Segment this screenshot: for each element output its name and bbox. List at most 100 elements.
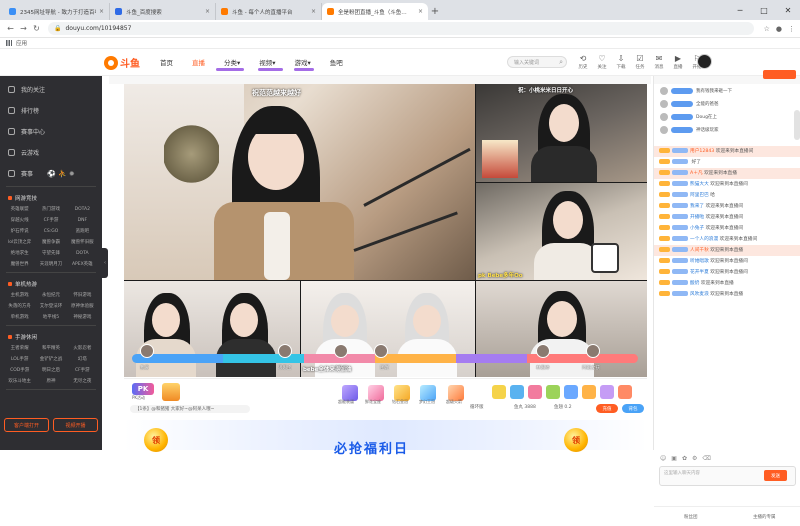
top-icon-item[interactable]: ⇩下载 [613,54,629,70]
bag-icon[interactable]: ▣ [671,455,677,463]
sidebar-item-cloud-game[interactable]: 云游戏 [0,142,102,163]
gift-icon[interactable] [546,385,560,399]
gift-icon[interactable] [492,385,506,399]
sidebar-category-link[interactable]: 魔兽世界 [4,259,35,270]
recharge-button[interactable]: 充值 [596,404,618,413]
sidebar-category-link[interactable]: 永恒纪元 [35,290,66,301]
host-exclusive-tab[interactable]: 主播的专属 [728,507,800,526]
chat-username[interactable]: 熊猫大大 [690,182,709,187]
chat-username[interactable]: A＋凡 [690,171,703,176]
pk-avatar[interactable] [334,344,348,358]
douyu-logo[interactable]: 斗鱼 [104,55,140,70]
settings-icon[interactable]: ⚙ [692,455,697,463]
chat-username[interactable]: 一个人的浪漫 [690,237,718,242]
sidebar-category-link[interactable]: DOTA [67,248,98,259]
emoji-icon[interactable]: ☺ [660,455,666,463]
sidebar-category-link[interactable]: 地平线5 [35,312,66,323]
gift-icon[interactable] [528,385,542,399]
sidebar-category-link[interactable]: CF手游 [35,215,66,226]
stat-loop[interactable]: 循环版 [470,404,484,410]
chat-username[interactable]: 酸奶 [690,281,699,286]
backpack-button[interactable]: 背包 [622,404,644,413]
chat-username[interactable]: 小兔子 [690,226,704,231]
gift-icon[interactable] [564,385,578,399]
nav-item[interactable]: 直播 [192,57,205,67]
maximize-icon[interactable]: □ [752,0,776,20]
sidebar-item-rank[interactable]: 排行榜 [0,100,102,121]
nav-item[interactable]: 鱼吧 [330,57,343,67]
avatar[interactable] [697,54,712,69]
tab-close-icon[interactable]: × [311,8,316,15]
chat-username[interactable]: 听她唱歌 [690,259,709,264]
clear-icon[interactable]: ⌫ [702,455,710,463]
minimize-icon[interactable]: ─ [728,0,752,20]
gift-icon[interactable] [582,385,596,399]
browser-tab[interactable]: 斗鱼_百度搜索× [110,3,216,20]
chat-username[interactable]: 风吹麦浪 [690,292,709,297]
apps-icon[interactable] [6,40,12,46]
sidebar-category-link[interactable]: 原神体验服 [67,301,98,312]
pk-avatar[interactable] [586,344,600,358]
profile-icon[interactable]: ● [776,25,782,33]
top-icon-item[interactable]: ▶直播 [670,54,686,70]
sidebar-category-link[interactable]: 魔兽怀旧服 [67,237,98,248]
url-field[interactable]: 🔒 douyu.com/10194857 [48,22,754,35]
sidebar-collapse-icon[interactable]: ‹ [102,248,108,278]
chat-username[interactable]: 开播啦 [690,215,704,220]
start-broadcast-button[interactable]: 视频开播 [53,418,98,432]
sidebar-category-link[interactable]: 怀旧游戏 [67,290,98,301]
browser-tab[interactable]: 2345网址导航 - 致力于打造百年品牌× [4,3,110,20]
scrollbar[interactable] [794,110,800,140]
new-tab-icon[interactable]: + [428,3,442,20]
search-icon[interactable]: ⌕ [559,58,563,67]
pk-avatar[interactable] [140,344,154,358]
sidebar-category-link[interactable]: 绝地求生 [4,248,35,259]
sidebar-category-link[interactable]: 艾尔登法环 [35,301,66,312]
chat-username[interactable]: 用户12843 [690,149,714,154]
sidebar-category-link[interactable]: 热门游戏 [35,204,66,215]
rank-row[interactable]: 全能的爸爸 [654,97,800,110]
chat-username[interactable]: 花开半夏 [690,270,709,275]
sidebar-category-link[interactable]: 原神 [35,376,66,387]
search-input[interactable]: 输入关键词⌕ [507,56,567,68]
sidebar-category-link[interactable]: APEX英雄 [67,259,98,270]
sidebar-category-link[interactable]: 英雄联盟 [4,204,35,215]
bookmark-apps[interactable]: 应用 [16,39,27,47]
top-icon-item[interactable]: ☑任务 [632,54,648,70]
sidebar-category-link[interactable]: 金铲铲之战 [35,354,66,365]
sidebar-category-link[interactable]: 神秘游戏 [67,312,98,323]
tab-close-icon[interactable]: × [418,8,423,15]
send-button[interactable]: 发送 [764,470,787,481]
sidebar-category-link[interactable]: 失落的方舟 [4,301,35,312]
sidebar-category-link[interactable]: 炉石传说 [4,226,35,237]
treasure-icon[interactable] [162,383,180,401]
promo-banner[interactable]: 领 领 必抢福利日 [124,420,647,450]
chat-username[interactable]: 我来了 [690,204,704,209]
sidebar-category-link[interactable]: 守望先锋 [35,248,66,259]
sidebar-category-link[interactable]: 无尽之夜 [67,376,98,387]
video-player[interactable]: 祝范范越来越好 祝：小桃米米日日开心 pk Bebe多年Oo bebe全体来得加… [124,84,647,377]
gift-icon[interactable]: ✿ [682,455,687,463]
pk-avatar[interactable] [374,344,388,358]
gift-icon[interactable] [618,385,632,399]
top-icon-item[interactable]: ♡关注 [594,54,610,70]
sidebar-category-link[interactable]: DNF [67,215,98,226]
nav-item[interactable]: 分类▾ [224,57,240,67]
sidebar-category-link[interactable]: 幻塔 [67,354,98,365]
sidebar-item-esports[interactable]: 赛事⚽ ⛹ ✹ [0,163,102,184]
nav-item[interactable]: 首页 [160,57,173,67]
top-icon-item[interactable]: ⟲历史 [575,54,591,70]
sidebar-category-link[interactable]: CS:GO [35,226,66,237]
sidebar-category-link[interactable]: 和平精英 [35,343,66,354]
gift-icon[interactable] [600,385,614,399]
pk-avatar[interactable] [536,344,550,358]
browser-tab[interactable]: 全是粉团直播_斗鱼（斗鱼…× [322,3,428,20]
sidebar-category-link[interactable]: CF手游 [67,365,98,376]
pk-badge[interactable]: PK [132,383,154,395]
sidebar-category-link[interactable]: 逃跑吧 [67,226,98,237]
sidebar-category-link[interactable]: 魔兽争霸 [35,237,66,248]
close-icon[interactable]: ✕ [776,0,800,20]
star-icon[interactable]: ☆ [764,25,770,33]
sidebar-item-follow[interactable]: 我的关注 [0,79,102,100]
rank-row[interactable]: 我有钱我来砸一下 [654,84,800,97]
